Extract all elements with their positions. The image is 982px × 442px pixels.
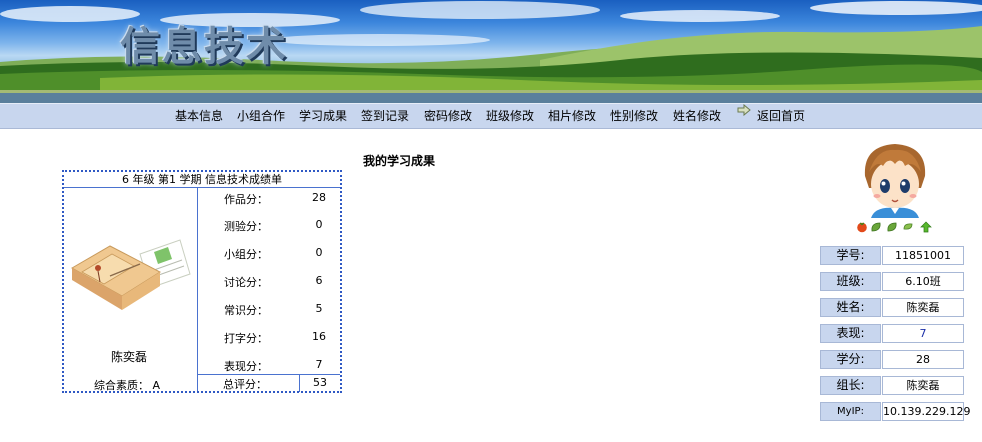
score-value-discussion: 6 (315, 274, 323, 287)
score-label-typing: 打字分： (224, 332, 268, 345)
label-student-id: 学号: (820, 246, 881, 265)
cartoon-boy-avatar-icon (855, 138, 935, 218)
nav-item-name-change[interactable]: 姓名修改 (673, 104, 721, 128)
nav-item-photo-change[interactable]: 相片修改 (548, 104, 596, 128)
badges-row (857, 221, 932, 233)
value-name: 陈奕磊 (882, 298, 964, 317)
label-performance: 表现: (820, 324, 881, 343)
value-student-id: 11851001 (882, 246, 964, 265)
up-arrow-icon (920, 221, 932, 233)
score-card-title: 6 年级 第1 学期 信息技术成绩单 (64, 172, 340, 188)
score-label-group: 小组分： (224, 248, 268, 261)
student-name: 陈奕磊 (110, 350, 147, 364)
score-value-performance: 7 (315, 358, 323, 371)
arrow-right-icon[interactable] (737, 104, 751, 116)
score-value-quiz: 0 (315, 218, 323, 231)
nav-item-password-change[interactable]: 密码修改 (424, 104, 472, 128)
nav-item-learning-results[interactable]: 学习成果 (299, 104, 347, 128)
score-value-work: 28 (312, 191, 326, 204)
score-card: 6 年级 第1 学期 信息技术成绩单 陈奕磊 综合素质： A 作品分： 28 测… (62, 170, 342, 393)
total-score-row: 总评分： 53 (198, 374, 340, 392)
label-my-ip: MyIP: (820, 402, 881, 421)
envelope-icon (70, 239, 191, 310)
leaf-icon (871, 222, 881, 232)
score-value-typing: 16 (312, 330, 326, 343)
score-label-work: 作品分： (224, 193, 268, 206)
label-name: 姓名: (820, 298, 881, 317)
comprehensive-quality: 综合素质： A (94, 379, 161, 392)
value-credits: 28 (882, 350, 964, 369)
value-my-ip: 10.139.229.129 (882, 402, 970, 421)
score-label-discussion: 讨论分： (224, 276, 268, 289)
nav-item-basic-info[interactable]: 基本信息 (175, 104, 223, 128)
section-title: 我的学习成果 (363, 154, 436, 168)
leaf-icon (887, 222, 897, 232)
avatar (855, 138, 935, 218)
score-value-group: 0 (315, 246, 323, 259)
nav-item-gender-change[interactable]: 性别修改 (610, 104, 658, 128)
label-class: 班级: (820, 272, 881, 291)
nav-item-group-cooperation[interactable]: 小组合作 (237, 104, 285, 128)
label-credits: 学分: (820, 350, 881, 369)
value-performance: 7 (882, 324, 964, 343)
header-banner: 信息技术 (0, 0, 982, 103)
score-label-quiz: 测验分： (224, 220, 268, 233)
value-group-leader: 陈奕磊 (882, 376, 964, 395)
score-label-knowledge: 常识分： (224, 304, 268, 317)
total-score-label: 总评分： (223, 378, 267, 391)
banner-title: 信息技术 (120, 23, 288, 70)
tomato-icon (857, 222, 867, 233)
label-group-leader: 组长: (820, 376, 881, 395)
score-card-left-panel: 陈奕磊 综合素质： A (64, 188, 198, 392)
total-score-divider (299, 375, 300, 392)
total-score-value: 53 (313, 376, 327, 389)
value-class: 6.10班 (882, 272, 964, 291)
nav-item-return-home[interactable]: 返回首页 (757, 104, 805, 128)
leaf-icon (903, 223, 913, 230)
nav-item-checkin-records[interactable]: 签到记录 (361, 104, 409, 128)
score-value-knowledge: 5 (315, 302, 323, 315)
score-label-performance: 表现分： (224, 360, 268, 373)
nav-item-class-change[interactable]: 班级修改 (486, 104, 534, 128)
